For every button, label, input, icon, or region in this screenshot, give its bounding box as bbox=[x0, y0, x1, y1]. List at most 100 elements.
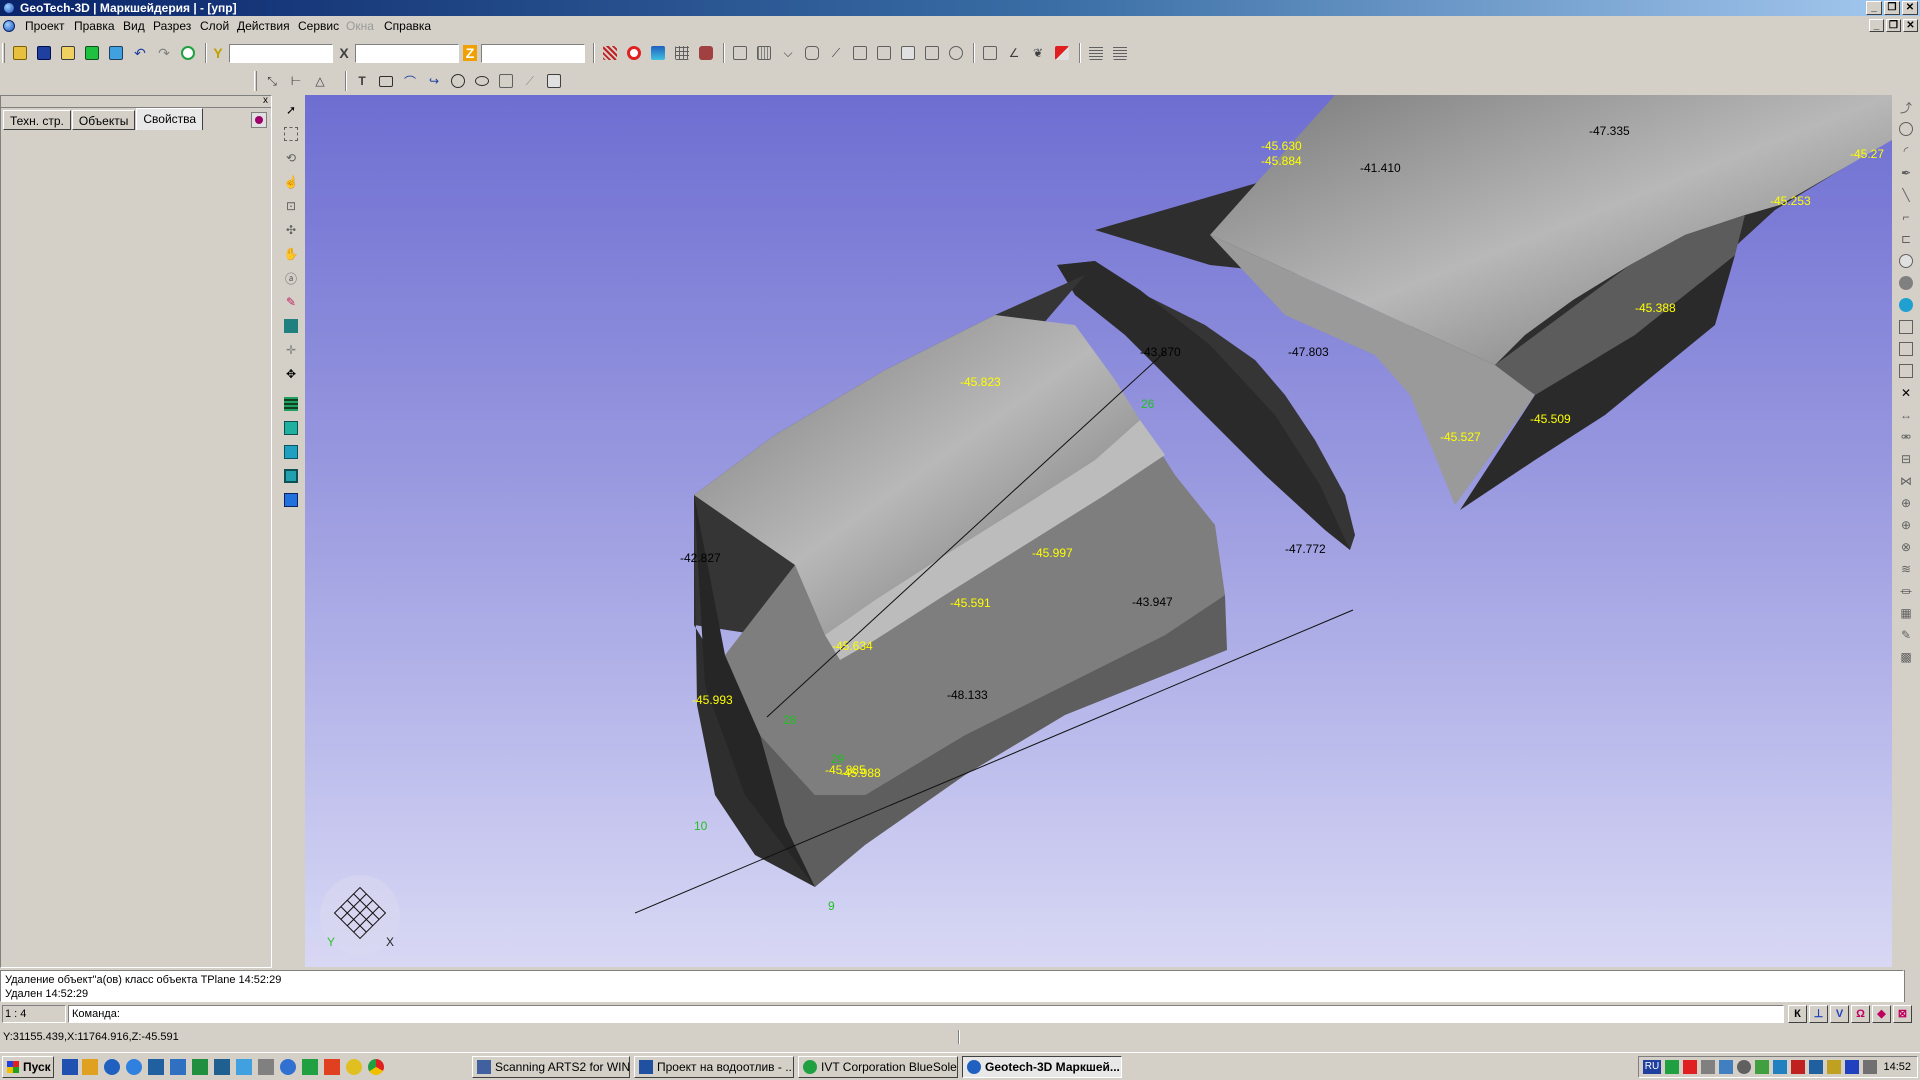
log-scrollbar[interactable] bbox=[1904, 970, 1920, 1002]
width-icon[interactable]: ↔ bbox=[1896, 405, 1916, 425]
quicklaunch-icon[interactable] bbox=[170, 1059, 186, 1075]
redo-button[interactable]: ↷ bbox=[153, 42, 175, 64]
clock-icon[interactable] bbox=[177, 42, 199, 64]
lasso-icon[interactable]: ⓐ bbox=[281, 268, 301, 288]
quicklaunch-icon[interactable] bbox=[280, 1059, 296, 1075]
menu-actions[interactable]: Действия bbox=[237, 16, 290, 36]
curve-icon[interactable]: ⤴ bbox=[1896, 97, 1916, 117]
y-coord-input[interactable] bbox=[229, 43, 333, 63]
pan-icon[interactable]: ☝ bbox=[281, 172, 301, 192]
tool-l-button[interactable]: ∠ bbox=[1003, 42, 1025, 64]
pen-icon[interactable]: ✒ bbox=[1896, 163, 1916, 183]
tray-icon[interactable] bbox=[1755, 1060, 1769, 1074]
quicklaunch-icon[interactable] bbox=[148, 1059, 164, 1075]
block-icon[interactable] bbox=[281, 466, 301, 486]
copy-button[interactable] bbox=[105, 42, 127, 64]
pin-tool-icon[interactable]: ⊕ bbox=[1896, 493, 1916, 513]
tray-icon[interactable] bbox=[1683, 1060, 1697, 1074]
tab-properties[interactable]: Свойства bbox=[136, 108, 204, 130]
fill-icon[interactable] bbox=[281, 316, 301, 336]
quicklaunch-icon[interactable] bbox=[214, 1059, 230, 1075]
undo-button[interactable]: ↶ bbox=[129, 42, 151, 64]
tray-icon[interactable] bbox=[1827, 1060, 1841, 1074]
brush-button[interactable]: ⟋ bbox=[519, 70, 541, 92]
quicklaunch-icon[interactable] bbox=[346, 1059, 362, 1075]
cmd-button-k[interactable]: К bbox=[1788, 1005, 1807, 1023]
stack-button[interactable] bbox=[647, 42, 669, 64]
x-coord-input[interactable] bbox=[355, 43, 459, 63]
menu-view[interactable]: Вид bbox=[123, 16, 145, 36]
tool-i-button[interactable] bbox=[921, 42, 943, 64]
menu-section[interactable]: Разрез bbox=[153, 16, 191, 36]
sphere-icon[interactable] bbox=[1896, 251, 1916, 271]
menu-service[interactable]: Сервис bbox=[298, 16, 339, 36]
quicklaunch-icon[interactable] bbox=[104, 1059, 120, 1075]
restore-button[interactable]: ❐ bbox=[1884, 1, 1900, 15]
surface-icon[interactable] bbox=[281, 418, 301, 438]
taskbar-task-geotech[interactable]: Geotech-3D Маркшей... bbox=[962, 1056, 1122, 1078]
target-tool-icon[interactable]: ⊕ bbox=[1896, 515, 1916, 535]
zoom-point-icon[interactable]: ⊡ bbox=[281, 196, 301, 216]
quicklaunch-icon[interactable] bbox=[62, 1059, 78, 1075]
quicklaunch-icon[interactable] bbox=[324, 1059, 340, 1075]
minimize-button[interactable]: _ bbox=[1866, 1, 1882, 15]
target-button[interactable] bbox=[623, 42, 645, 64]
globe-icon[interactable] bbox=[1896, 273, 1916, 293]
snap-button[interactable]: ⤡ bbox=[261, 70, 283, 92]
taskbar-task-scanning[interactable]: Scanning ARTS2 for WIN bbox=[472, 1056, 630, 1078]
language-indicator[interactable]: RU bbox=[1643, 1060, 1661, 1074]
frame-button[interactable] bbox=[495, 70, 517, 92]
scale-display[interactable]: 1 : 4 bbox=[2, 1005, 66, 1023]
arc-tool-icon[interactable]: ◜ bbox=[1896, 141, 1916, 161]
paint-icon[interactable]: ✎ bbox=[281, 292, 301, 312]
center-icon[interactable]: ⊗ bbox=[1896, 537, 1916, 557]
arc-button[interactable]: ⌒ bbox=[399, 70, 421, 92]
select-box-icon[interactable] bbox=[281, 124, 301, 144]
list-b-button[interactable] bbox=[1109, 42, 1131, 64]
cmd-button-perp[interactable]: ⊥ bbox=[1809, 1005, 1828, 1023]
tray-icon[interactable] bbox=[1863, 1060, 1877, 1074]
cmd-button-omega[interactable]: Ω bbox=[1851, 1005, 1870, 1023]
crosshair-icon[interactable]: ✛ bbox=[281, 340, 301, 360]
menu-project[interactable]: Проект bbox=[25, 16, 65, 36]
tool-m-button[interactable]: ❦ bbox=[1027, 42, 1049, 64]
rotate-icon[interactable]: ⟲ bbox=[281, 148, 301, 168]
taskbar-task-project[interactable]: Проект на водоотлив - ... bbox=[634, 1056, 794, 1078]
wave-icon[interactable]: ≋ bbox=[1896, 559, 1916, 579]
quicklaunch-icon[interactable] bbox=[192, 1059, 208, 1075]
tray-icon[interactable] bbox=[1719, 1060, 1733, 1074]
angle-button[interactable]: △ bbox=[309, 70, 331, 92]
eraser-button[interactable] bbox=[1051, 42, 1073, 64]
stairs-icon[interactable]: ⊏ bbox=[1896, 229, 1916, 249]
document-icon[interactable] bbox=[3, 20, 15, 32]
quicklaunch-icon[interactable] bbox=[302, 1059, 318, 1075]
shape-icon[interactable] bbox=[281, 490, 301, 510]
box-a-icon[interactable] bbox=[1896, 317, 1916, 337]
circle-button[interactable] bbox=[447, 70, 469, 92]
grid-tool-icon[interactable]: ▩ bbox=[1896, 647, 1916, 667]
tray-icon[interactable] bbox=[1665, 1060, 1679, 1074]
text-button[interactable]: T bbox=[351, 70, 373, 92]
tray-icon[interactable] bbox=[1845, 1060, 1859, 1074]
volume-button[interactable] bbox=[695, 42, 717, 64]
curve-button[interactable]: ↪ bbox=[423, 70, 445, 92]
close-button[interactable]: ✕ bbox=[1902, 1, 1918, 15]
tray-icon[interactable] bbox=[1773, 1060, 1787, 1074]
tool-f-button[interactable] bbox=[849, 42, 871, 64]
layers-button[interactable] bbox=[57, 42, 79, 64]
menu-edit[interactable]: Правка bbox=[74, 16, 115, 36]
section-icon[interactable]: ⊟ bbox=[1896, 449, 1916, 469]
tab-tech-structure[interactable]: Техн. стр. bbox=[3, 110, 71, 130]
open-button[interactable] bbox=[9, 42, 31, 64]
mdi-minimize-button[interactable]: _ bbox=[1869, 19, 1884, 32]
orbit-icon[interactable]: ✣ bbox=[281, 220, 301, 240]
circle-tool-icon[interactable] bbox=[1896, 119, 1916, 139]
mdi-restore-button[interactable]: ❐ bbox=[1886, 19, 1901, 32]
cmd-button-v[interactable]: V bbox=[1830, 1005, 1849, 1023]
map-icon[interactable]: ▦ bbox=[1896, 603, 1916, 623]
cmd-button-diamond[interactable]: ◆ bbox=[1872, 1005, 1891, 1023]
move-icon[interactable]: ✥ bbox=[281, 364, 301, 384]
tool-a-button[interactable] bbox=[729, 42, 751, 64]
drop-icon[interactable] bbox=[1896, 295, 1916, 315]
pin-icon[interactable] bbox=[251, 112, 267, 128]
